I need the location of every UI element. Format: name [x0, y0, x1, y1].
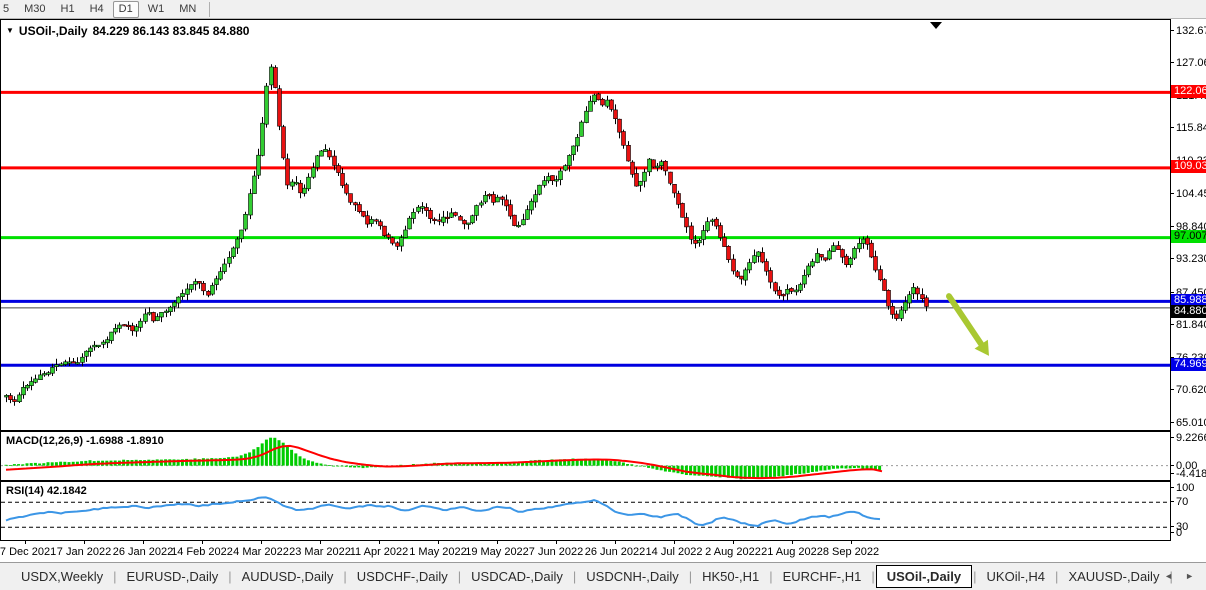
price-axis-tick: 132.670: [1171, 25, 1206, 36]
rsi-pane[interactable]: RSI(14) 42.1842: [0, 481, 1171, 541]
timeframe-button-5[interactable]: 5: [0, 1, 15, 18]
time-axis-tick: [497, 541, 498, 544]
toolbar-separator: [209, 2, 210, 17]
timeframe-button-H4[interactable]: H4: [84, 1, 110, 18]
time-axis-label: 14 Jul 2022: [646, 546, 703, 558]
time-axis-label: 19 May 2022: [465, 546, 529, 558]
chart-tabs: USDX,Weekly|EURUSD-,Daily|AUDUSD-,Daily|…: [0, 562, 1206, 589]
price-axis[interactable]: 132.670127.060121.450115.840110.230104.4…: [1171, 19, 1206, 431]
tabbar-scroll-left-icon[interactable]: ◄: [1164, 571, 1173, 581]
price-axis-tick: 70.620: [1171, 384, 1206, 395]
price-pane[interactable]: ▼ USOil-,Daily 84.229 86.143 83.845 84.8…: [0, 19, 1171, 431]
level-price-label: 109.038: [1171, 160, 1206, 173]
time-axis-tick: [143, 541, 144, 544]
time-axis-label: 7 Jun 2022: [529, 546, 583, 558]
price-axis-tick: 65.010: [1171, 417, 1206, 428]
level-price-label: 74.969: [1171, 358, 1206, 371]
timeframe-button-M30[interactable]: M30: [18, 1, 51, 18]
current-price-label: 84.880: [1171, 305, 1206, 318]
time-axis-label: 21 Aug 2022: [761, 546, 823, 558]
time-axis-label: 26 Jan 2022: [113, 546, 174, 558]
macd-axis: 9.22660.00-4.4188: [1171, 431, 1206, 481]
level-price-label: 122.064: [1171, 85, 1206, 98]
time-axis-tick: [615, 541, 616, 544]
tabbar-scroll-right-icon[interactable]: ►: [1185, 571, 1194, 581]
macd-axis-tick: -4.4188: [1171, 468, 1206, 479]
chart-tab-usdcnh-daily[interactable]: USDCNH-,Daily: [577, 565, 687, 588]
time-axis-tick: [733, 541, 734, 544]
trend-arrow-annotation[interactable]: [949, 296, 989, 356]
rsi-axis-tick: 70: [1171, 496, 1188, 507]
chart-window: ▼ USOil-,Daily 84.229 86.143 83.845 84.8…: [0, 19, 1206, 562]
chart-tab-usdx-weekly[interactable]: USDX,Weekly: [12, 565, 112, 588]
time-axis-label: 1 May 2022: [409, 546, 466, 558]
time-axis[interactable]: 17 Dec 20217 Jan 202226 Jan 202214 Feb 2…: [0, 541, 1171, 562]
price-axis-tick: 81.840: [1171, 319, 1206, 330]
rsi-axis-tick: 0: [1171, 527, 1182, 538]
time-axis-tick: [84, 541, 85, 544]
scroll-marker-icon: [930, 22, 942, 29]
price-axis-tick: 127.060: [1171, 57, 1206, 68]
chart-tab-eurusd-daily[interactable]: EURUSD-,Daily: [118, 565, 228, 588]
time-axis-label: 4 Mar 2022: [233, 546, 289, 558]
price-axis-tick: 93.230: [1171, 253, 1206, 264]
time-axis-label: 17 Dec 2021: [0, 546, 56, 558]
tabbar-scrollers: ◄ ►: [1164, 571, 1194, 581]
price-axis-tick: 104.450: [1171, 188, 1206, 199]
time-axis-tick: [851, 541, 852, 544]
rsi-axis-tick: 100: [1171, 482, 1194, 493]
chart-tab-ukoil-h4[interactable]: UKOil-,H4: [978, 565, 1055, 588]
rsi-axis: 10070300: [1171, 481, 1206, 541]
price-chart-canvas[interactable]: [1, 20, 1170, 430]
macd-label: MACD(12,26,9) -1.6988 -1.8910: [6, 435, 164, 447]
timeframe-toolbar: 5M30H1H4D1W1MN: [0, 0, 1206, 19]
time-axis-tick: [261, 541, 262, 544]
rsi-canvas[interactable]: [1, 482, 1170, 540]
chart-tab-eurchf-h1[interactable]: EURCHF-,H1: [774, 565, 871, 588]
time-axis-tick: [379, 541, 380, 544]
macd-pane[interactable]: MACD(12,26,9) -1.6988 -1.8910: [0, 431, 1171, 481]
time-axis-label: 7 Jan 2022: [57, 546, 111, 558]
timeframe-button-MN[interactable]: MN: [173, 1, 202, 18]
macd-canvas[interactable]: [1, 432, 1170, 480]
time-axis-label: 26 Jun 2022: [585, 546, 646, 558]
axis-corner: [1171, 541, 1206, 562]
time-axis-label: 23 Mar 2022: [289, 546, 351, 558]
macd-axis-tick: 9.2266: [1171, 432, 1206, 443]
chart-tab-audusd-daily[interactable]: AUDUSD-,Daily: [233, 565, 343, 588]
time-axis-tick: [792, 541, 793, 544]
time-axis-label: 11 Apr 2022: [350, 546, 409, 558]
time-axis-tick: [320, 541, 321, 544]
price-axis-tick: 115.840: [1171, 122, 1206, 133]
time-axis-tick: [556, 541, 557, 544]
time-axis-label: 8 Sep 2022: [823, 546, 879, 558]
mt4-window: 5M30H1H4D1W1MN ▼ USOil-,Daily 84.229 86.…: [0, 0, 1206, 590]
time-axis-label: 2 Aug 2022: [705, 546, 761, 558]
chart-tab-xauusd-daily[interactable]: XAUUSD-,Daily: [1059, 565, 1168, 588]
rsi-line: [6, 497, 880, 526]
level-price-label: 97.007: [1171, 230, 1206, 243]
chart-tab-usdcad-daily[interactable]: USDCAD-,Daily: [462, 565, 572, 588]
time-axis-tick: [25, 541, 26, 544]
chart-tab-usdchf-daily[interactable]: USDCHF-,Daily: [348, 565, 457, 588]
timeframe-button-W1[interactable]: W1: [142, 1, 171, 18]
time-axis-tick: [674, 541, 675, 544]
candles-layer: [5, 64, 929, 406]
chart-tab-usoil-daily[interactable]: USOil-,Daily: [876, 565, 972, 588]
timeframe-button-H1[interactable]: H1: [55, 1, 81, 18]
time-axis-tick: [438, 541, 439, 544]
rsi-label: RSI(14) 42.1842: [6, 485, 87, 497]
chart-tab-hk50-h1[interactable]: HK50-,H1: [693, 565, 768, 588]
time-axis-tick: [202, 541, 203, 544]
time-axis-label: 14 Feb 2022: [171, 546, 233, 558]
timeframe-button-D1[interactable]: D1: [113, 1, 139, 18]
